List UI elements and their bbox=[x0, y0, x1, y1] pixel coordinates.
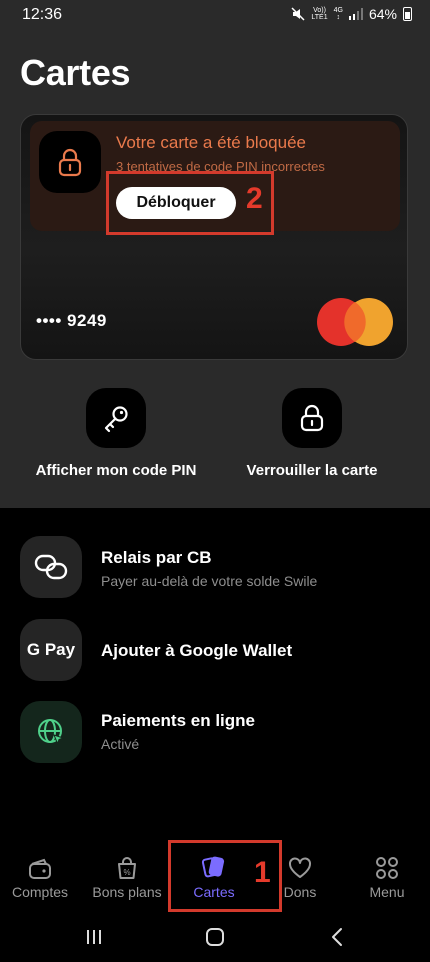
show-pin-label: Afficher mon code PIN bbox=[35, 462, 197, 479]
list-item-title: Relais par CB bbox=[101, 548, 212, 567]
google-pay-icon: G Pay bbox=[20, 619, 82, 681]
payment-card[interactable]: Votre carte a été bloquée 3 tentatives d… bbox=[20, 114, 408, 360]
nav-tab-comptes[interactable]: Comptes bbox=[0, 840, 83, 910]
back-icon[interactable] bbox=[330, 927, 344, 947]
annotation-number-1: 1 bbox=[254, 856, 271, 889]
list-item-subtitle: Activé bbox=[101, 736, 140, 752]
globe-cursor-icon bbox=[20, 701, 82, 763]
list-item-online-payments[interactable]: Paiements en ligne Activé bbox=[20, 701, 410, 765]
banner-title: Votre carte a été bloquée bbox=[116, 133, 306, 152]
page-title: Cartes bbox=[20, 52, 131, 93]
key-icon bbox=[86, 388, 146, 448]
signal-icon bbox=[348, 8, 363, 20]
wallet-icon bbox=[0, 840, 83, 880]
status-bar: 12:36 Vo)) LTE1 4G ↕ 64% bbox=[0, 0, 430, 30]
link-icon bbox=[20, 536, 82, 598]
list-item-title: Paiements en ligne bbox=[101, 711, 255, 730]
lock-icon bbox=[39, 131, 101, 193]
status-icons: Vo)) LTE1 4G ↕ 64% bbox=[291, 6, 412, 22]
recents-icon[interactable] bbox=[85, 928, 103, 946]
nav-tab-bons-plans[interactable]: % Bons plans bbox=[84, 840, 170, 910]
shopping-bag-icon: % bbox=[84, 840, 170, 880]
battery-icon bbox=[403, 7, 412, 21]
system-nav-bar bbox=[0, 912, 430, 962]
grid-icon bbox=[344, 840, 430, 880]
volte-indicator: Vo)) LTE1 bbox=[311, 7, 328, 21]
mute-icon bbox=[291, 7, 305, 21]
nav-label: Bons plans bbox=[92, 884, 162, 900]
list-item-title: Ajouter à Google Wallet bbox=[101, 641, 293, 660]
lock-icon bbox=[282, 388, 342, 448]
network-indicator: 4G ↕ bbox=[333, 7, 343, 21]
lock-card-action[interactable]: Verrouiller la carte bbox=[222, 388, 402, 479]
mastercard-logo bbox=[317, 298, 393, 346]
battery-percent: 64% bbox=[368, 6, 397, 22]
cards-header-section: Cartes Votre carte a été bloquée 3 tenta… bbox=[0, 30, 430, 508]
nav-tab-menu[interactable]: Menu bbox=[344, 840, 430, 910]
list-item-relais-cb[interactable]: Relais par CB Payer au-delà de votre sol… bbox=[20, 536, 410, 600]
card-masked-number: •••• 9249 bbox=[36, 311, 107, 330]
list-item-google-wallet[interactable]: G Pay Ajouter à Google Wallet bbox=[20, 619, 410, 683]
lock-card-label: Verrouiller la carte bbox=[246, 462, 378, 479]
show-pin-action[interactable]: Afficher mon code PIN bbox=[26, 388, 206, 479]
list-item-subtitle: Payer au-delà de votre solde Swile bbox=[101, 573, 318, 589]
annotation-number-2: 2 bbox=[246, 182, 263, 215]
google-pay-text: G Pay bbox=[26, 640, 76, 659]
home-icon[interactable] bbox=[205, 927, 225, 947]
nav-label: Comptes bbox=[11, 884, 69, 900]
status-time: 12:36 bbox=[22, 6, 63, 23]
svg-text:%: % bbox=[123, 868, 130, 877]
nav-label: Menu bbox=[369, 884, 405, 900]
